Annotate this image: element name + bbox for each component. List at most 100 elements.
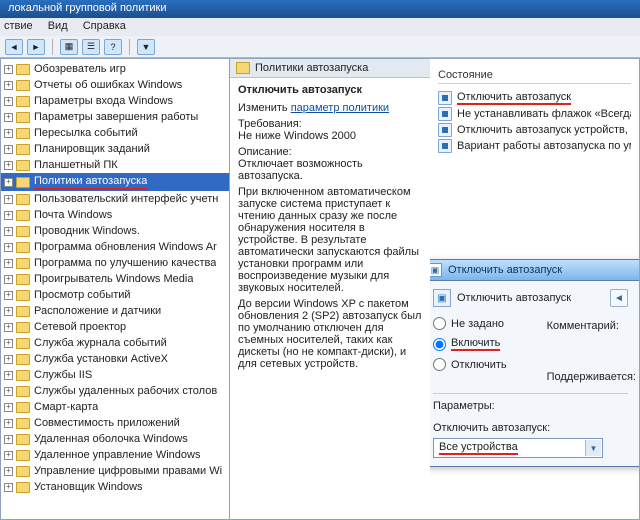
toolbar-btn-1[interactable]: ▦	[60, 39, 78, 55]
setting-item[interactable]: Вариант работы автозапуска по умо.	[438, 138, 631, 154]
forward-button[interactable]: ►	[27, 39, 45, 55]
menu-action[interactable]: ствие	[4, 20, 33, 32]
expand-icon[interactable]: +	[4, 483, 13, 492]
back-button[interactable]: ◄	[5, 39, 23, 55]
folder-icon	[16, 354, 30, 365]
tree-item[interactable]: + Службы IIS	[1, 367, 229, 383]
folder-icon	[16, 258, 30, 269]
expand-icon[interactable]: +	[4, 129, 13, 138]
radio-enabled-input[interactable]	[433, 338, 446, 351]
menu-help[interactable]: Справка	[83, 20, 126, 32]
settings-list-pane: Состояние Отключить автозапускНе устанав…	[430, 58, 640, 520]
tree-item[interactable]: +Проигрыватель Windows Media	[1, 271, 229, 287]
tree-item[interactable]: +Планировщик заданий	[1, 141, 229, 157]
expand-icon[interactable]: +	[4, 178, 13, 187]
tree-item[interactable]: +Параметры завершения работы	[1, 109, 229, 125]
tree-item[interactable]: +Параметры входа Windows	[1, 93, 229, 109]
expand-icon[interactable]: +	[4, 81, 13, 90]
tree-item[interactable]: +Политики автозапуска	[1, 173, 229, 191]
tree-item[interactable]: + Отчеты об ошибках Windows	[1, 77, 229, 93]
folder-icon	[16, 96, 30, 107]
tree-item[interactable]: + Планшетный ПК	[1, 157, 229, 173]
expand-icon[interactable]: +	[4, 243, 13, 252]
edit-policy-link[interactable]: параметр политики	[291, 102, 389, 114]
expand-icon[interactable]: +	[4, 259, 13, 268]
tree-item-label: Установщик Windows	[34, 480, 143, 494]
tree-item[interactable]: +Службы удаленных рабочих столов	[1, 383, 229, 399]
policy-tree[interactable]: +Обозреватель игр + Отчеты об ошибках Wind…	[0, 58, 230, 520]
expand-icon[interactable]: +	[4, 211, 13, 220]
setting-item[interactable]: Отключить автозапуск устройств, не	[438, 122, 631, 138]
folder-icon	[16, 338, 30, 349]
tree-item-label: Планшетный ПК	[34, 158, 118, 172]
tree-item-label: Просмотр событий	[34, 288, 131, 302]
expand-icon[interactable]: +	[4, 161, 13, 170]
expand-icon[interactable]: +	[4, 275, 13, 284]
folder-icon	[16, 434, 30, 445]
tree-item[interactable]: +Пересылка событий	[1, 125, 229, 141]
expand-icon[interactable]: +	[4, 387, 13, 396]
expand-icon[interactable]: +	[4, 195, 13, 204]
expand-icon[interactable]: +	[4, 355, 13, 364]
tree-item[interactable]: +Обозреватель игр	[1, 61, 229, 77]
expand-icon[interactable]: +	[4, 323, 13, 332]
dialog-titlebar[interactable]: ▣ Отключить автозапуск	[430, 260, 640, 281]
tree-item[interactable]: +Удаленная оболочка Windows	[1, 431, 229, 447]
tree-item[interactable]: +Совместимость приложений	[1, 415, 229, 431]
tree-item-label: Службы IIS	[34, 368, 92, 382]
tree-item[interactable]: +Программа по улучшению качества	[1, 255, 229, 271]
prev-setting-button[interactable]: ◄	[610, 289, 628, 307]
tree-item[interactable]: +Программа обновления Windows Ar	[1, 239, 229, 255]
tree-item[interactable]: +Пользовательский интерфейс учетн	[1, 191, 229, 207]
tree-item[interactable]: +Сетевой проектор	[1, 319, 229, 335]
radio-not-configured-input[interactable]	[433, 317, 446, 330]
expand-icon[interactable]: +	[4, 435, 13, 444]
tree-item[interactable]: +Расположение и датчики	[1, 303, 229, 319]
tree-item[interactable]: + Почта Windows	[1, 207, 229, 223]
expand-icon[interactable]: +	[4, 467, 13, 476]
tree-item[interactable]: +Удаленное управление Windows	[1, 447, 229, 463]
disable-autorun-field-label: Отключить автозапуск:	[433, 422, 628, 434]
radio-disabled[interactable]: Отключить	[433, 358, 507, 371]
menu-view[interactable]: Вид	[48, 20, 68, 32]
expand-icon[interactable]: +	[4, 403, 13, 412]
folder-icon	[16, 370, 30, 381]
expand-icon[interactable]: +	[4, 227, 13, 236]
tree-item-label: Почта Windows	[34, 208, 112, 222]
drive-type-combo[interactable]: Все устройства ▼	[433, 438, 603, 458]
expand-icon[interactable]: +	[4, 419, 13, 428]
expand-icon[interactable]: +	[4, 291, 13, 300]
expand-icon[interactable]: +	[4, 307, 13, 316]
folder-icon	[16, 386, 30, 397]
tree-item[interactable]: + Просмотр событий	[1, 287, 229, 303]
parameters-label: Параметры:	[433, 400, 628, 412]
radio-enabled[interactable]: Включить	[433, 337, 507, 351]
tree-item-label: Отчеты об ошибках Windows	[34, 78, 182, 92]
tree-item[interactable]: +Смарт-карта	[1, 399, 229, 415]
setting-label: Отключить автозапуск	[457, 91, 571, 105]
setting-item[interactable]: Не устанавливать флажок «Всегда вы	[438, 106, 631, 122]
chevron-down-icon[interactable]: ▼	[585, 440, 601, 456]
expand-icon[interactable]: +	[4, 145, 13, 154]
help-button[interactable]: ?	[104, 39, 122, 55]
expand-icon[interactable]: +	[4, 371, 13, 380]
menu-bar: ствие Вид Справка	[0, 18, 640, 36]
radio-not-configured[interactable]: Не задано	[433, 317, 507, 330]
expand-icon[interactable]: +	[4, 113, 13, 122]
toolbar-btn-2[interactable]: ☰	[82, 39, 100, 55]
tree-item[interactable]: +Служба установки ActiveX	[1, 351, 229, 367]
tree-item[interactable]: +Проводник Windows.	[1, 223, 229, 239]
expand-icon[interactable]: +	[4, 339, 13, 348]
setting-item[interactable]: Отключить автозапуск	[438, 90, 631, 106]
radio-disabled-input[interactable]	[433, 358, 446, 371]
tree-item-label: Служба журнала событий	[34, 336, 167, 350]
tree-item[interactable]: + Установщик Windows	[1, 479, 229, 495]
expand-icon[interactable]: +	[4, 97, 13, 106]
tree-item[interactable]: +Управление цифровыми правами Wi	[1, 463, 229, 479]
filter-button[interactable]: ▼	[137, 39, 155, 55]
tree-item[interactable]: + Служба журнала событий	[1, 335, 229, 351]
expand-icon[interactable]: +	[4, 451, 13, 460]
expand-icon[interactable]: +	[4, 65, 13, 74]
setting-icon	[438, 139, 452, 153]
state-column-header: Состояние	[438, 69, 631, 84]
